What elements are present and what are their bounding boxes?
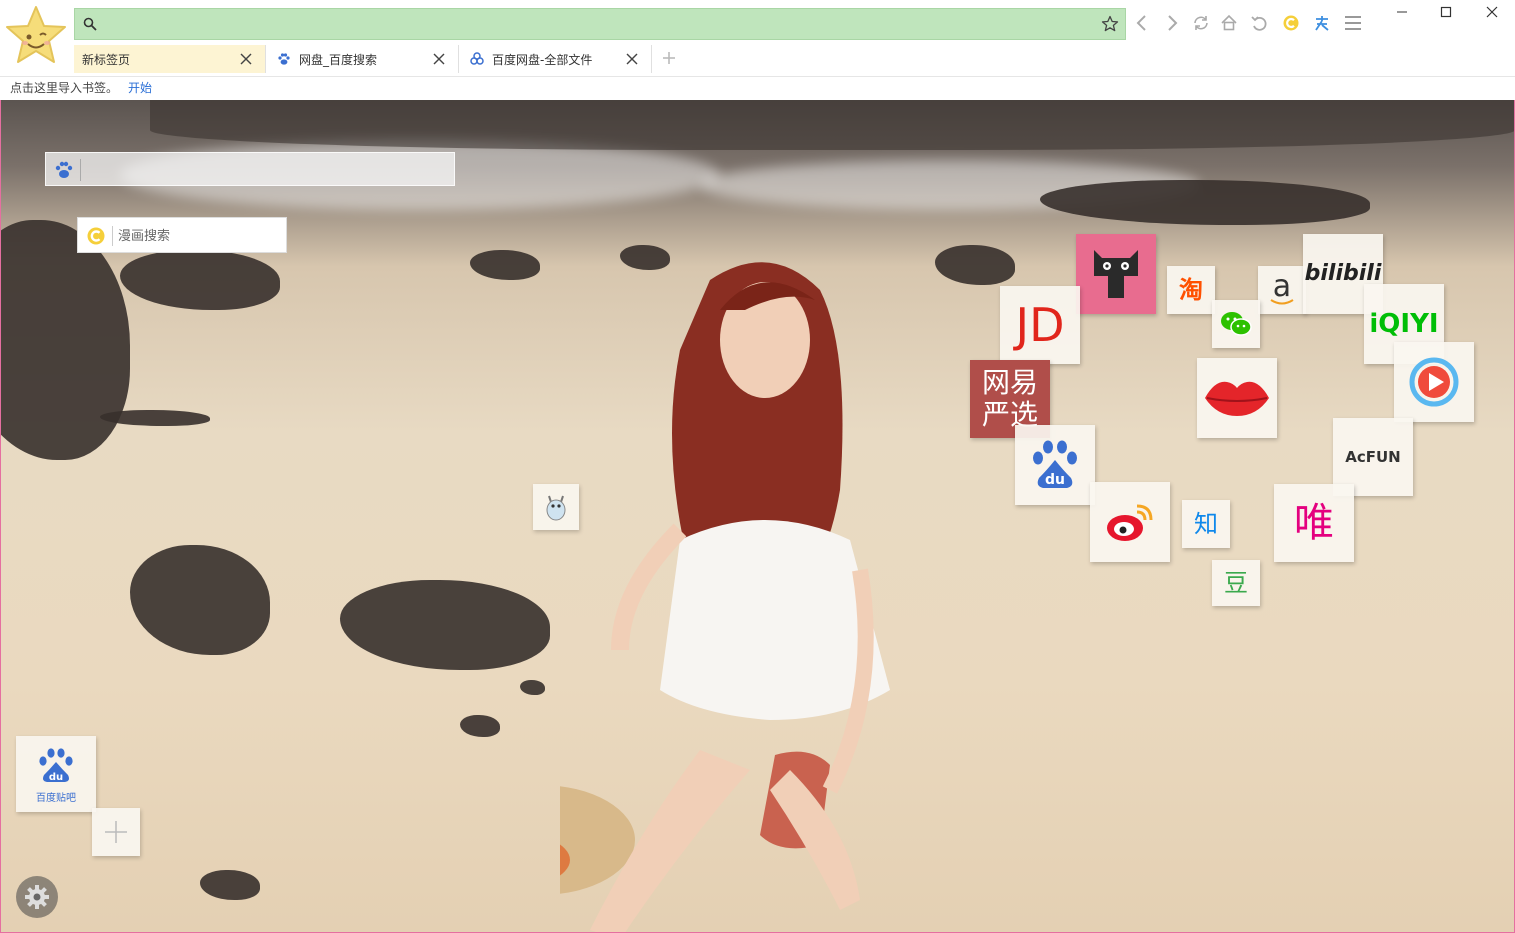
settings-button[interactable] bbox=[16, 876, 58, 918]
wechat-icon bbox=[1221, 312, 1252, 336]
gear-icon bbox=[25, 885, 49, 909]
wallpaper-figure bbox=[560, 262, 890, 933]
tile-vip[interactable]: 唯 bbox=[1274, 484, 1354, 562]
sync-button[interactable] bbox=[1190, 12, 1212, 34]
bilibili-logo: bilibili bbox=[1304, 261, 1382, 286]
tile-baidu-tieba[interactable]: du 百度贴吧 bbox=[16, 736, 96, 812]
address-input[interactable] bbox=[103, 13, 1093, 35]
sync-icon bbox=[1194, 16, 1208, 30]
search-divider bbox=[112, 226, 113, 246]
tile-tmall[interactable] bbox=[1076, 234, 1156, 314]
jd-logo: JD bbox=[1015, 298, 1065, 352]
comic-search-box[interactable] bbox=[77, 217, 287, 253]
acfun-logo: AcFUN bbox=[1345, 447, 1401, 466]
tile-douban[interactable]: 豆 bbox=[1212, 560, 1260, 606]
close-icon bbox=[1486, 6, 1498, 18]
home-icon bbox=[1221, 14, 1237, 31]
desktop-pet-widget[interactable] bbox=[533, 484, 579, 530]
bookmark-star-icon[interactable] bbox=[1101, 15, 1119, 33]
maximize-icon bbox=[1440, 6, 1452, 18]
minimize-button[interactable] bbox=[1380, 0, 1424, 24]
tile-taobao[interactable]: 淘 bbox=[1167, 266, 1215, 314]
tile-wechat[interactable] bbox=[1212, 300, 1260, 348]
netease-line1: 网易 bbox=[981, 366, 1038, 399]
baidu-du-icon: du bbox=[39, 748, 73, 783]
add-site-button[interactable] bbox=[92, 808, 140, 856]
extension-icon bbox=[1315, 16, 1329, 31]
tab-new-tab[interactable]: 新标签页 bbox=[74, 45, 266, 73]
search-divider bbox=[80, 159, 81, 181]
baidu-search-box[interactable] bbox=[45, 152, 455, 186]
tile-baidu[interactable]: du bbox=[1015, 425, 1095, 505]
tile-lips[interactable] bbox=[1197, 358, 1277, 438]
forward-button[interactable] bbox=[1161, 12, 1183, 34]
tile-weibo[interactable] bbox=[1090, 482, 1170, 562]
close-window-button[interactable] bbox=[1470, 0, 1514, 24]
zhihu-logo: 知 bbox=[1194, 510, 1218, 538]
bookmark-import-text: 点击这里导入书签。 bbox=[10, 81, 119, 95]
tile-jd[interactable]: JD bbox=[1000, 286, 1080, 364]
home-button[interactable] bbox=[1218, 12, 1240, 34]
comic-c-icon bbox=[87, 227, 105, 245]
baidu-netdisk-icon bbox=[470, 52, 484, 65]
chevron-left-icon bbox=[1136, 15, 1146, 31]
undo-button[interactable] bbox=[1248, 12, 1270, 34]
douban-logo: 豆 bbox=[1224, 569, 1248, 597]
comic-c-icon bbox=[1283, 15, 1299, 31]
tab-close-icon[interactable] bbox=[239, 52, 253, 66]
comic-extension-button[interactable] bbox=[1280, 12, 1302, 34]
iqiyi-logo: iQIYI bbox=[1369, 309, 1439, 339]
bookmark-bar: 点击这里导入书签。 开始 bbox=[0, 76, 1515, 98]
tile-zhihu[interactable]: 知 bbox=[1182, 500, 1230, 548]
tab-strip: 新标签页 网盘_百度搜索 百度网盘-全部文件 bbox=[74, 45, 694, 73]
tmall-cat-icon bbox=[1094, 250, 1138, 298]
hamburger-menu-icon bbox=[1345, 16, 1361, 30]
tab-baidu-netdisk[interactable]: 百度网盘-全部文件 bbox=[460, 45, 652, 73]
netease-logo: 网易 严选 bbox=[982, 369, 1038, 429]
baidu-du-text: du bbox=[1045, 472, 1065, 488]
extension-button[interactable] bbox=[1311, 12, 1333, 34]
maximize-button[interactable] bbox=[1424, 0, 1468, 24]
totoro-icon bbox=[546, 495, 566, 521]
chevron-right-icon bbox=[1168, 15, 1178, 31]
tab-label: 网盘_百度搜索 bbox=[299, 52, 378, 67]
tab-close-icon[interactable] bbox=[625, 52, 639, 66]
address-bar[interactable] bbox=[74, 8, 1126, 40]
search-icon bbox=[83, 17, 97, 31]
minimize-icon bbox=[1397, 11, 1407, 13]
taobao-logo: 淘 bbox=[1179, 276, 1203, 304]
new-tab-plus-icon[interactable] bbox=[662, 51, 676, 65]
lips-icon bbox=[1205, 381, 1269, 416]
menu-button[interactable] bbox=[1342, 12, 1364, 34]
vip-logo: 唯 bbox=[1294, 500, 1334, 546]
browser-logo-icon[interactable] bbox=[4, 4, 68, 68]
tab-label: 新标签页 bbox=[82, 52, 131, 67]
new-tab-page: JD 淘 a bilibili iQIYI 网易 严选 bbox=[0, 100, 1515, 933]
play-icon bbox=[1409, 357, 1459, 407]
tab-label: 百度网盘-全部文件 bbox=[492, 52, 593, 67]
amazon-smile-icon bbox=[1270, 299, 1294, 305]
comic-search-input[interactable] bbox=[118, 226, 278, 246]
browser-chrome: 新标签页 网盘_百度搜索 百度网盘-全部文件 点击这里导入书签。 开始 bbox=[0, 0, 1515, 100]
tab-close-icon[interactable] bbox=[432, 52, 446, 66]
baidu-paw-icon bbox=[278, 53, 290, 65]
tile-youku[interactable] bbox=[1394, 342, 1474, 422]
baidu-du-icon: du bbox=[1033, 440, 1077, 488]
plus-icon bbox=[105, 821, 127, 843]
undo-icon bbox=[1251, 16, 1267, 31]
baidu-paw-icon bbox=[55, 161, 73, 178]
weibo-icon bbox=[1107, 504, 1153, 541]
window-border-left bbox=[0, 100, 1, 933]
tile-label: 百度贴吧 bbox=[36, 793, 76, 804]
tieba-du-text: du bbox=[49, 772, 63, 783]
bookmark-import-start-link[interactable]: 开始 bbox=[128, 79, 152, 96]
back-button[interactable] bbox=[1131, 12, 1153, 34]
tile-amazon[interactable]: a bbox=[1258, 266, 1306, 314]
tab-baidu-search[interactable]: 网盘_百度搜索 bbox=[267, 45, 459, 73]
